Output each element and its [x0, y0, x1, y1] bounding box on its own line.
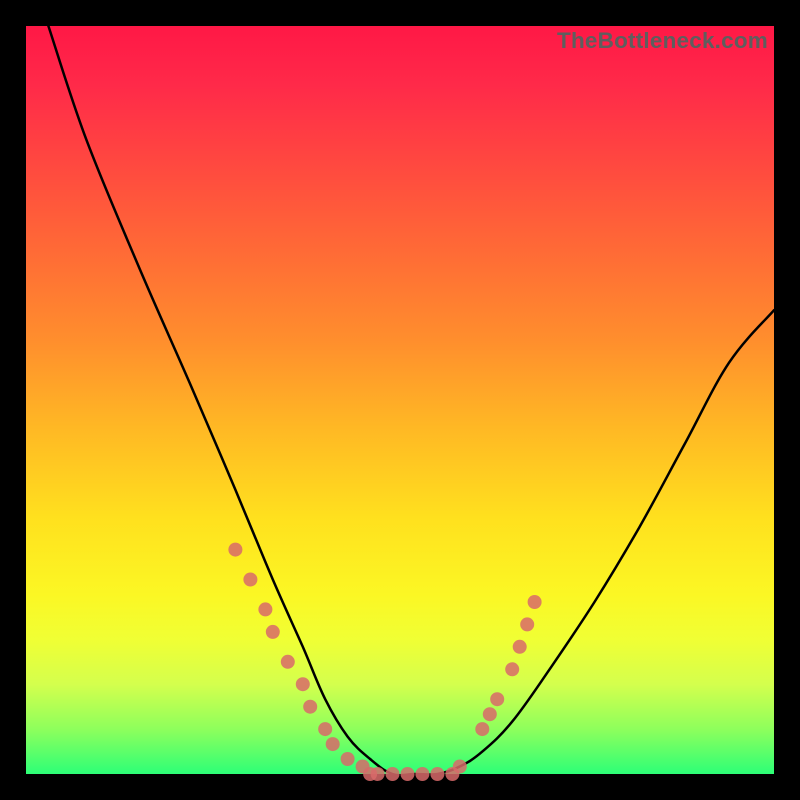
scatter-point [528, 595, 542, 609]
scatter-point [401, 767, 415, 781]
scatter-point [243, 573, 257, 587]
scatter-point [386, 767, 400, 781]
scatter-point [483, 707, 497, 721]
scatter-point [371, 767, 385, 781]
scatter-point [453, 760, 467, 774]
scatter-point [318, 722, 332, 736]
scatter-point [520, 617, 534, 631]
scatter-point [228, 543, 242, 557]
scatter-point [475, 722, 489, 736]
scatter-point [513, 640, 527, 654]
scatter-point [490, 692, 504, 706]
scatter-point [258, 602, 272, 616]
scatter-point [303, 700, 317, 714]
scatter-point [281, 655, 295, 669]
plot-area: TheBottleneck.com [26, 26, 774, 774]
scatter-point [326, 737, 340, 751]
scatter-point [266, 625, 280, 639]
scatter-point [415, 767, 429, 781]
chart-frame: TheBottleneck.com [0, 0, 800, 800]
chart-svg [26, 26, 774, 774]
scatter-point [296, 677, 310, 691]
bottleneck-curve [48, 26, 774, 775]
scatter-point [505, 662, 519, 676]
scatter-markers [228, 543, 541, 781]
scatter-point [430, 767, 444, 781]
scatter-point [341, 752, 355, 766]
